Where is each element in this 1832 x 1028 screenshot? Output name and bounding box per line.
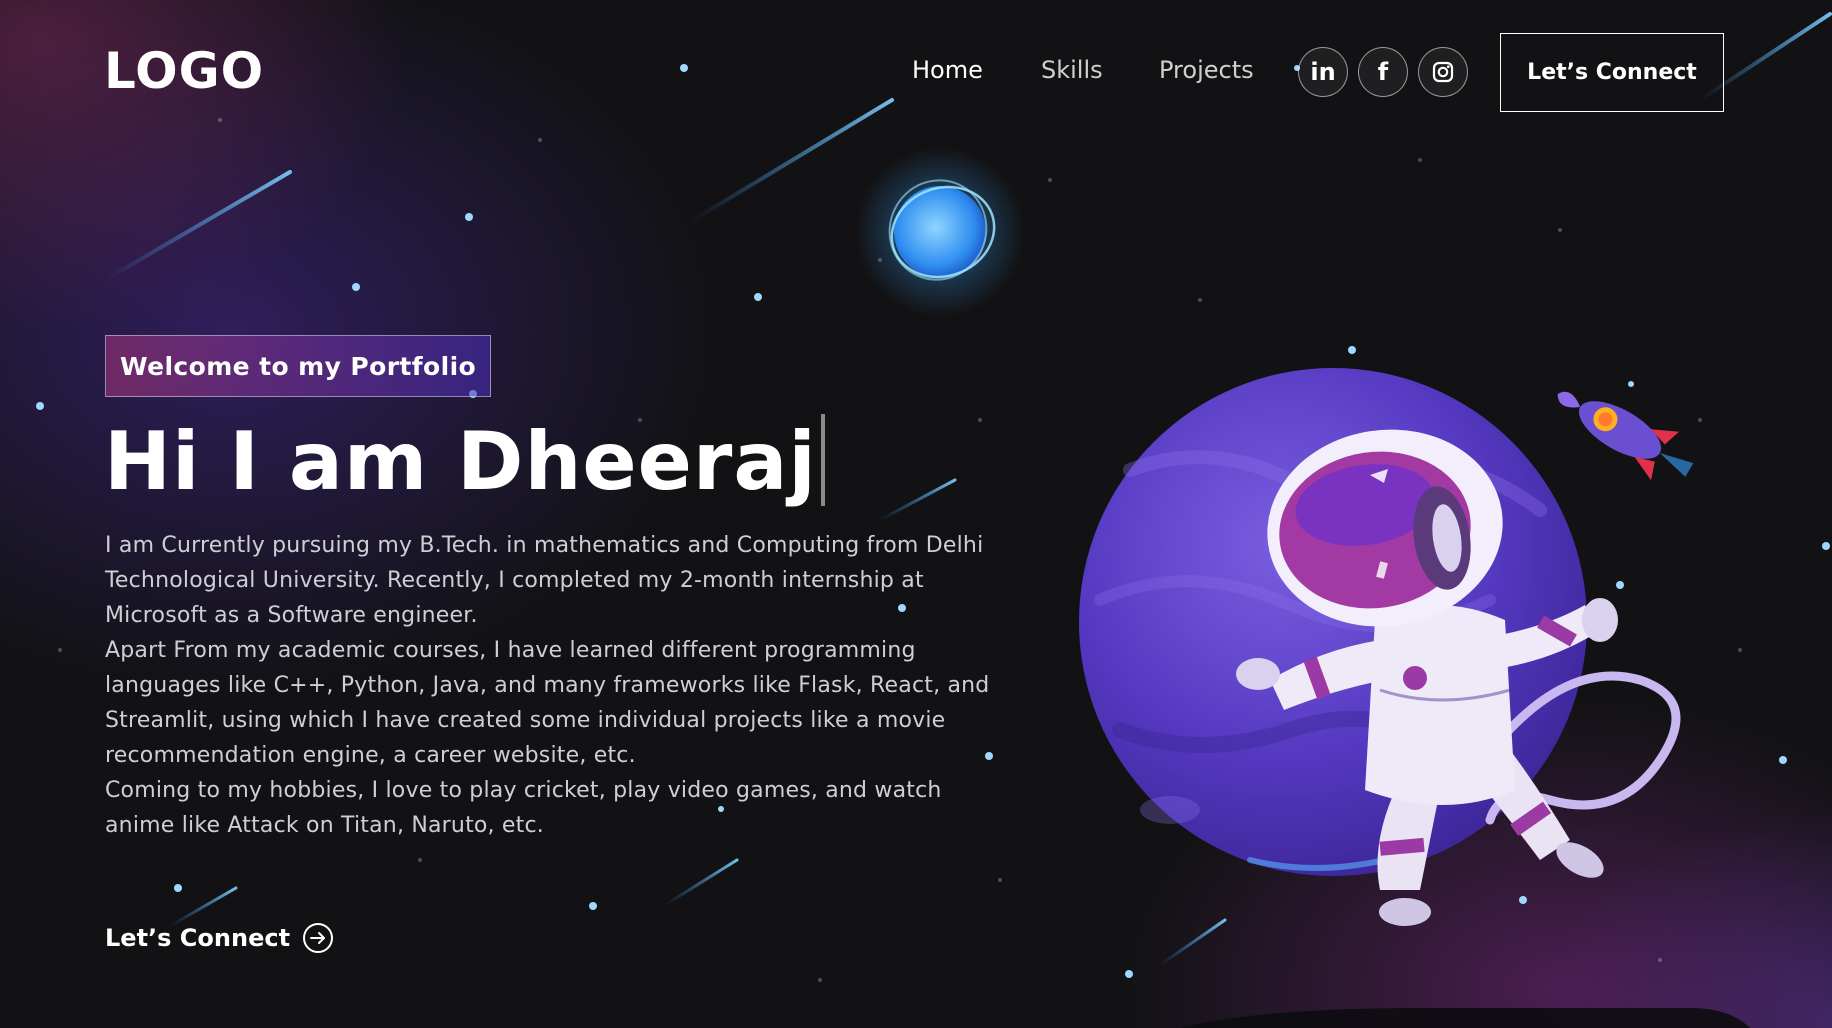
instagram-icon xyxy=(1432,61,1454,83)
rocket xyxy=(1557,391,1694,481)
nav-link-home[interactable]: Home xyxy=(912,56,983,84)
bio-paragraph-education: I am Currently pursuing my B.Tech. in ma… xyxy=(105,533,984,628)
social-instagram-button[interactable] xyxy=(1418,47,1468,97)
facebook-icon: f xyxy=(1377,58,1389,86)
arrow-right-circle-icon xyxy=(303,923,334,953)
lets-connect-button[interactable]: Let’s Connect xyxy=(1500,33,1724,112)
bio-paragraph-skills: Apart From my academic courses, I have l… xyxy=(105,638,990,768)
logo[interactable]: LOGO xyxy=(104,42,264,100)
bottom-edge-shadow xyxy=(1180,1008,1750,1028)
hero-title-text: Hi I am Dheeraj xyxy=(104,415,817,508)
portfolio-page: LOGO Home Skills Projects in f Let’s Con… xyxy=(0,0,1832,1028)
nav-link-projects[interactable]: Projects xyxy=(1159,56,1254,84)
bio-text: I am Currently pursuing my B.Tech. in ma… xyxy=(105,528,1005,843)
welcome-tagline: Welcome to my Portfolio xyxy=(105,335,492,397)
social-facebook-button[interactable]: f xyxy=(1358,47,1408,97)
lets-connect-link-label: Let’s Connect xyxy=(105,924,291,952)
typing-caret xyxy=(820,414,825,507)
social-linkedin-button[interactable]: in xyxy=(1298,47,1348,97)
blue-moon xyxy=(855,147,1025,317)
lets-connect-link[interactable]: Let’s Connect xyxy=(105,922,334,954)
nav-link-skills[interactable]: Skills xyxy=(1041,56,1103,84)
bio-paragraph-hobbies: Coming to my hobbies, I love to play cri… xyxy=(105,778,942,838)
space-background xyxy=(36,12,1832,1028)
hero-title: Hi I am Dheeraj xyxy=(104,412,825,512)
linkedin-icon: in xyxy=(1310,58,1336,86)
